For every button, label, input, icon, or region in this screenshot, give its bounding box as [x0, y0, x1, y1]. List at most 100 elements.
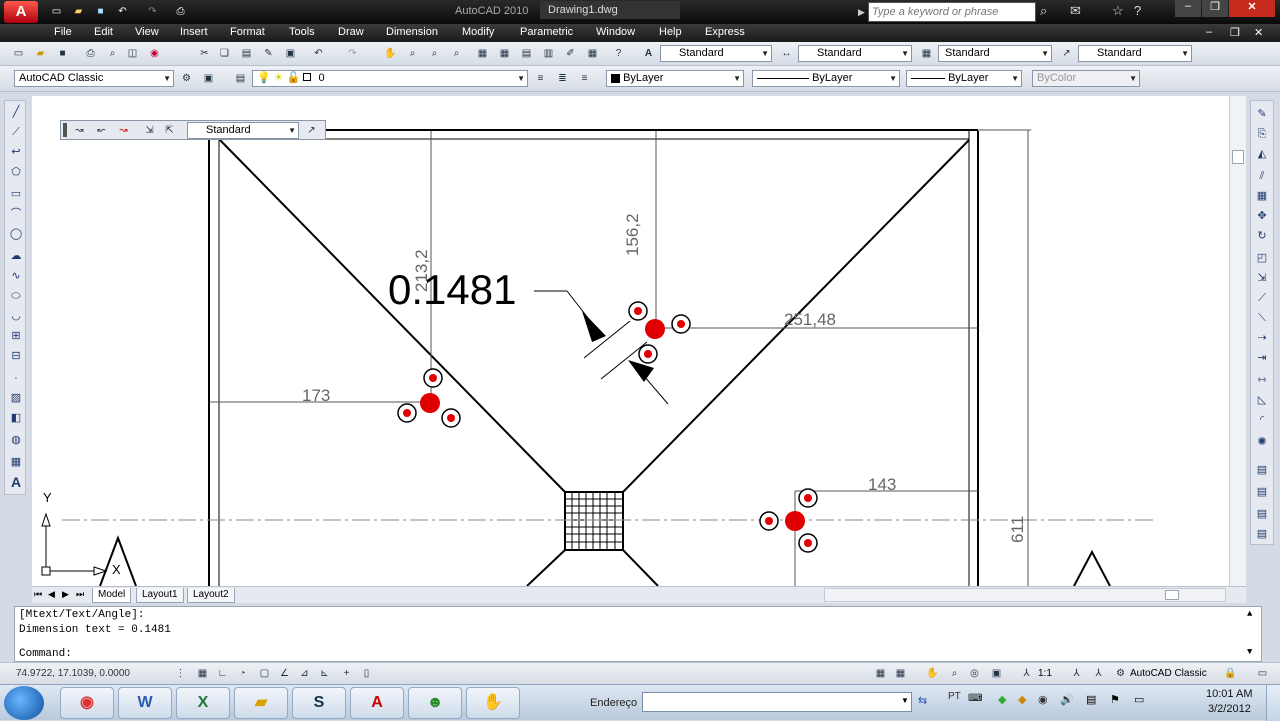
menu-express[interactable]: Express — [705, 26, 745, 38]
clean-screen-icon[interactable]: ▭ — [1254, 665, 1271, 682]
tab-layout2[interactable]: Layout2 — [187, 588, 235, 603]
cut-icon[interactable]: ✂ — [196, 45, 213, 62]
quick-view-layouts-icon[interactable]: ▦ — [892, 665, 909, 682]
workspace-settings-icon[interactable]: ⚙ — [178, 70, 195, 87]
menu-edit[interactable]: Edit — [94, 26, 113, 38]
break-icon[interactable]: ⇥ — [1253, 349, 1271, 367]
dim-jog-icon[interactable]: ↜ — [93, 122, 110, 139]
command-prompt[interactable]: Command: — [19, 648, 1199, 660]
tray-icon-1[interactable]: ◆ — [998, 693, 1006, 706]
layout-tools-4-icon[interactable]: ▤ — [1253, 525, 1271, 543]
dynamic-ucs-icon[interactable]: ⊿ — [296, 665, 313, 682]
favorites-star-icon[interactable]: ☆ — [1112, 3, 1124, 19]
vertical-scroll-thumb[interactable] — [1232, 150, 1244, 164]
address-go-icon[interactable]: ⇆ — [918, 694, 927, 707]
table-icon[interactable]: ▦ — [7, 453, 25, 471]
keyboard-icon[interactable]: ⌨ — [968, 693, 982, 704]
dim-style-icon[interactable]: ↔ — [778, 45, 795, 62]
preview-icon[interactable]: ⌕ — [104, 45, 121, 62]
minimize-button[interactable]: – — [1175, 0, 1201, 17]
menu-file[interactable]: File — [54, 26, 72, 38]
tab-nav-prev-icon[interactable]: ◀ — [48, 589, 55, 600]
drawing-canvas[interactable]: Y X 0.1481 156,2 213,2 251,48 173 143 61… — [32, 96, 1246, 586]
help-toolbar-icon[interactable]: ? — [610, 45, 627, 62]
move-icon[interactable]: ✥ — [1253, 207, 1271, 225]
polyline-icon[interactable]: ↩ — [7, 143, 25, 161]
clock-time[interactable]: 10:01 AM — [1206, 688, 1252, 700]
redo-icon[interactable]: ↷ — [144, 3, 161, 20]
zoom-window-icon[interactable]: ⌕ — [426, 45, 443, 62]
properties-icon[interactable]: ▦ — [474, 45, 491, 62]
layer-states-icon[interactable]: ≡ — [576, 70, 593, 87]
dim-space-icon[interactable]: ⇲ — [141, 122, 158, 139]
zoom-status-icon[interactable]: ⌕ — [946, 665, 963, 682]
paste-icon[interactable]: ▤ — [238, 45, 255, 62]
clock-date[interactable]: 3/2/2012 — [1208, 703, 1251, 715]
close-button[interactable]: ✕ — [1229, 0, 1275, 17]
layer-properties-icon[interactable]: ▤ — [232, 70, 249, 87]
zoom-previous-icon[interactable]: ⌕ — [448, 45, 465, 62]
scale-icon[interactable]: ◰ — [1253, 249, 1271, 267]
insert-block-icon[interactable]: ⊞ — [7, 327, 25, 345]
tab-nav-first-icon[interactable]: ⏮ — [34, 589, 42, 600]
dim-style-select[interactable]: Standard ▼ — [798, 45, 912, 62]
revcloud-icon[interactable]: ☁ — [7, 247, 25, 265]
annotation-scale-icon[interactable]: ⅄ — [1018, 665, 1035, 682]
dim-radius-icon[interactable]: ↝ — [115, 122, 132, 139]
tray-icon-3[interactable]: ◉ — [1038, 693, 1048, 706]
taskbar-word[interactable]: W — [118, 687, 172, 719]
mirror-icon[interactable]: ◭ — [1253, 145, 1271, 163]
qnew-icon[interactable]: ▭ — [10, 45, 27, 62]
explode-icon[interactable]: ✺ — [1253, 433, 1271, 451]
fillet-icon[interactable]: ◜ — [1253, 411, 1271, 429]
layout-tools-1-icon[interactable]: ▤ — [1253, 461, 1271, 479]
menu-modify[interactable]: Modify — [462, 26, 494, 38]
rotate-icon[interactable]: ↻ — [1253, 227, 1271, 245]
volume-icon[interactable]: 🔊 — [1060, 693, 1074, 706]
annotation-visibility-icon[interactable]: ⅄ — [1068, 665, 1085, 682]
start-orb[interactable] — [4, 686, 44, 720]
stretch-icon[interactable]: ⇲ — [1253, 269, 1271, 287]
extend-icon[interactable]: ⟍ — [1253, 309, 1271, 327]
erase-icon[interactable]: ✎ — [1253, 105, 1271, 123]
point-icon[interactable]: · — [7, 369, 25, 387]
trim-icon[interactable]: ⟋ — [1253, 289, 1271, 307]
infocenter-search-input[interactable] — [868, 2, 1036, 22]
quick-properties-icon[interactable]: ▯ — [358, 665, 375, 682]
save-file-icon[interactable]: ■ — [54, 45, 71, 62]
markup-icon[interactable]: ✐ — [562, 45, 579, 62]
quickcalc-icon[interactable]: ▦ — [584, 45, 601, 62]
command-scroll-up-icon[interactable]: ▲ — [1247, 609, 1252, 619]
tool-palettes-icon[interactable]: ▤ — [518, 45, 535, 62]
taskbar-messenger[interactable]: ☻ — [408, 687, 462, 719]
ellipse-icon[interactable]: ⬭ — [7, 287, 25, 305]
3d-dwf-icon[interactable]: ◉ — [146, 45, 163, 62]
spline-icon[interactable]: ∿ — [7, 267, 25, 285]
table-style-select[interactable]: Standard ▼ — [938, 45, 1052, 62]
command-scroll-down-icon[interactable]: ▼ — [1247, 647, 1252, 657]
tab-nav-next-icon[interactable]: ▶ — [62, 589, 69, 600]
steering-wheel-icon[interactable]: ◎ — [966, 665, 983, 682]
copy-object-icon[interactable]: ⎘ — [1253, 125, 1271, 143]
doc-restore-button[interactable]: ❐ — [1230, 26, 1240, 39]
toolbar-grip[interactable] — [63, 123, 67, 137]
rectangle-icon[interactable]: ▭ — [7, 185, 25, 203]
infocenter-expand-icon[interactable]: ▶ — [858, 3, 868, 21]
sheet-set-icon[interactable]: ▥ — [540, 45, 557, 62]
dim-style-toolbar-select[interactable]: Standard ▼ — [187, 122, 299, 139]
make-block-icon[interactable]: ⊟ — [7, 347, 25, 365]
color-select[interactable]: ByLayer ▼ — [606, 70, 744, 87]
region-icon[interactable]: ◍ — [7, 431, 25, 449]
lock-toolbar-icon[interactable]: 🔒 — [1222, 665, 1239, 682]
layer-select[interactable]: 💡 ☀ 🔓 0 ▼ — [252, 70, 528, 87]
workspace-status-label[interactable]: AutoCAD Classic — [1130, 668, 1207, 679]
maximize-button[interactable]: ❐ — [1202, 0, 1228, 17]
dim-break-icon[interactable]: ⇱ — [161, 122, 178, 139]
menu-draw[interactable]: Draw — [338, 26, 364, 38]
ellipse-arc-icon[interactable]: ◡ — [7, 307, 25, 325]
undo-icon[interactable]: ↶ — [114, 3, 131, 20]
redo-toolbar-icon[interactable]: ↷ — [344, 45, 361, 62]
linetype-select[interactable]: ByLayer ▼ — [752, 70, 900, 87]
table-style-icon[interactable]: ▦ — [918, 45, 935, 62]
object-snap-icon[interactable]: ▢ — [256, 665, 273, 682]
